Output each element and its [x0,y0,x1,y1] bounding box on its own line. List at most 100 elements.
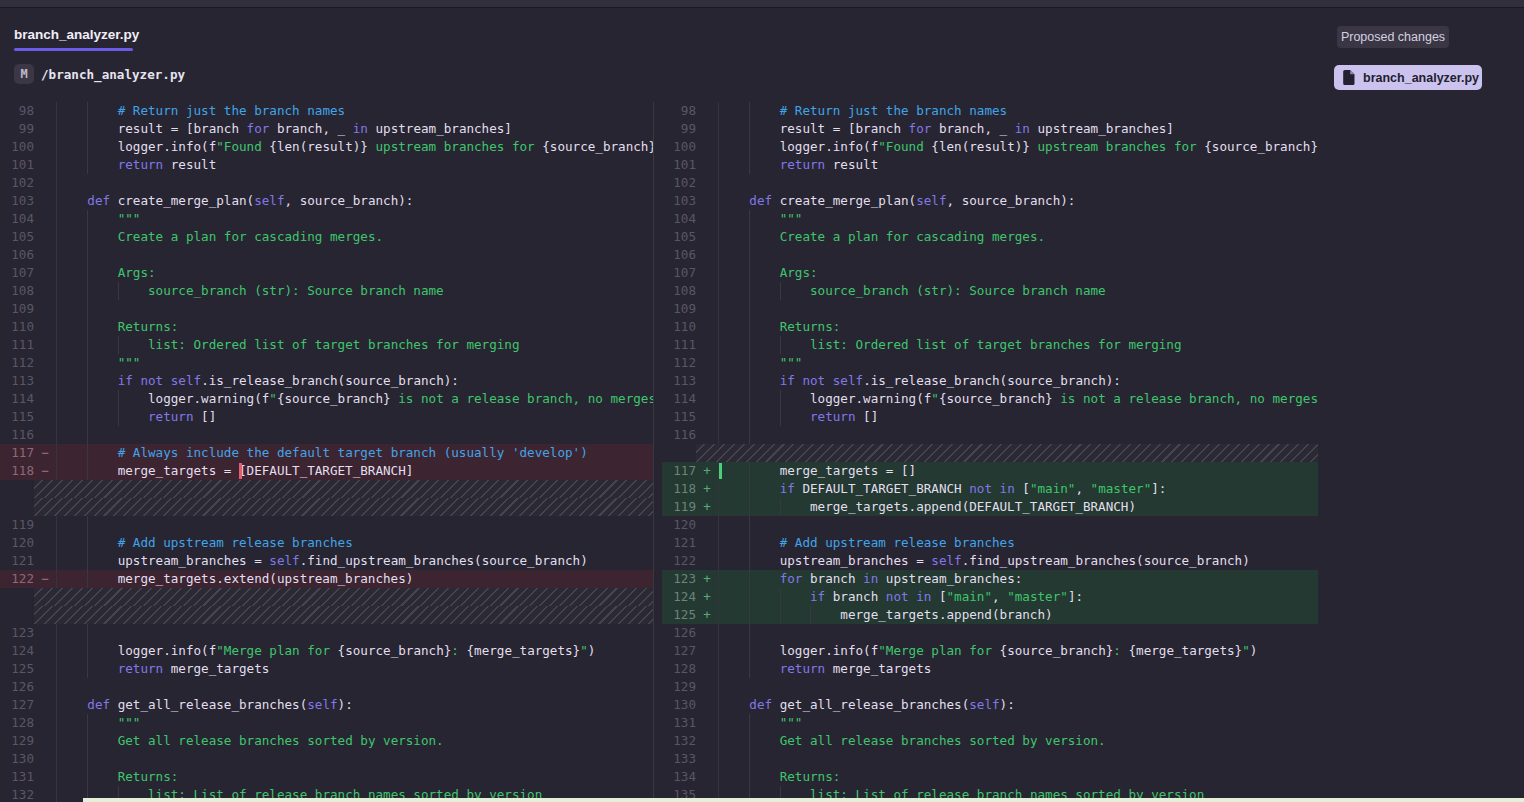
diff-marker [34,210,56,228]
code-token: merge_targets.append(branch) [719,607,1053,622]
code-token: return [780,661,826,676]
diff-marker [696,228,718,246]
code-line: if not self.is_release_branch(source_bra… [56,372,653,390]
code-token: get_all_release_branches( [772,697,969,712]
code-token: " [931,391,939,406]
code-token: list: Ordered list of target branches fo… [148,337,520,352]
code-token: merge_targets [163,661,269,676]
diff-marker [34,660,56,678]
code-token: source_branch (str): Source branch name [148,283,444,298]
code-token: ]: [1068,589,1083,604]
code-token: source_branch (str): Source branch name [810,283,1106,298]
line-number: 122 [662,552,696,570]
code-line: Get all release branches sorted by versi… [718,732,1318,750]
line-number: 106 [662,246,696,264]
code-token: , source_branch): [285,193,414,208]
code-token: ]: [1151,481,1166,496]
code-token: Returns: [118,319,179,334]
proposed-changes-button[interactable]: Proposed changes [1337,26,1449,48]
code-line: Returns: [56,768,653,786]
indent-guide [749,138,750,156]
indent-guide [780,408,781,426]
diff-marker [696,642,718,660]
line-number: 128 [0,714,34,732]
code-token: self [916,193,946,208]
code-token: [] [856,409,879,424]
code-line: def get_all_release_branches(self): [56,696,653,714]
code-token: .find_upstream_branches(source_branch) [962,553,1250,568]
line-number: 105 [0,228,34,246]
code-token: DEFAULT_TARGET_BRANCH [795,481,969,496]
indent-guide [749,552,750,570]
indent-guide [87,552,88,570]
code-line [718,624,1318,642]
gutter [0,588,34,606]
diff-marker: + [696,480,718,498]
diff-marker: − [34,570,56,588]
line-number: 106 [0,246,34,264]
line-number: 111 [662,336,696,354]
code-row: 116 [662,426,1318,444]
code-token: not [969,481,992,496]
code-line: Args: [718,264,1318,282]
filler-row [0,480,653,498]
code-token: branch [802,571,863,586]
code-token: """ [780,715,803,730]
diff-marker [34,246,56,264]
diff-pane-old: 98 # Return just the branch names99 resu… [0,102,654,802]
line-number: 105 [662,228,696,246]
line-number: 104 [0,210,34,228]
line-number: 112 [662,354,696,372]
code-row: 102 [0,174,653,192]
file-chip[interactable]: branch_analyzer.py [1334,65,1482,90]
gutter [0,480,34,498]
indent-guide [749,588,750,606]
line-number: 101 [0,156,34,174]
code-token: # Add upstream release branches [118,535,353,550]
line-number: 116 [0,426,34,444]
line-number: 108 [662,282,696,300]
indent-guide [87,768,88,786]
line-number: 110 [0,318,34,336]
code-row: 125 return merge_targets [0,660,653,678]
code-token: # Always include the default target bran… [118,445,588,460]
diff-marker [696,264,718,282]
indent-guide [749,228,750,246]
indent-guide [780,498,781,516]
code-row: 110 Returns: [662,318,1318,336]
code-token: {source_branch} [939,391,1053,406]
line-number: 109 [0,300,34,318]
code-token: {source_branch} [1204,139,1318,154]
indent-guide [749,480,750,498]
code-row: 122− merge_targets.extend(upstream_branc… [0,570,653,588]
code-token: # Return just the branch names [118,103,345,118]
gutter [0,498,34,516]
code-token: """ [118,211,141,226]
diff-marker [34,426,56,444]
code-token: in [863,571,878,586]
diff-marker [696,696,718,714]
line-number: 126 [662,624,696,642]
file-tab[interactable]: branch_analyzer.py [14,27,139,42]
code-token: merge_targets.append(DEFAULT_TARGET_BRAN… [719,499,1136,514]
indent-guide [87,660,88,678]
code-token [719,409,810,424]
intraline-change-mark [719,463,722,479]
diff-marker [34,750,56,768]
filler-hatch [34,606,653,624]
line-number: 99 [662,120,696,138]
line-number: 118 [662,480,696,498]
indent-guide [87,444,88,462]
diff-marker [34,714,56,732]
line-number: 130 [0,750,34,768]
code-row: 129 [662,678,1318,696]
indent-guide [87,426,88,444]
line-number: 116 [662,426,696,444]
line-number: 134 [662,768,696,786]
diff-marker [34,156,56,174]
line-number: 100 [0,138,34,156]
diff-marker [696,750,718,768]
diff-marker [34,282,56,300]
code-token: , source_branch): [947,193,1076,208]
code-token: {merge_targets} [466,643,580,658]
